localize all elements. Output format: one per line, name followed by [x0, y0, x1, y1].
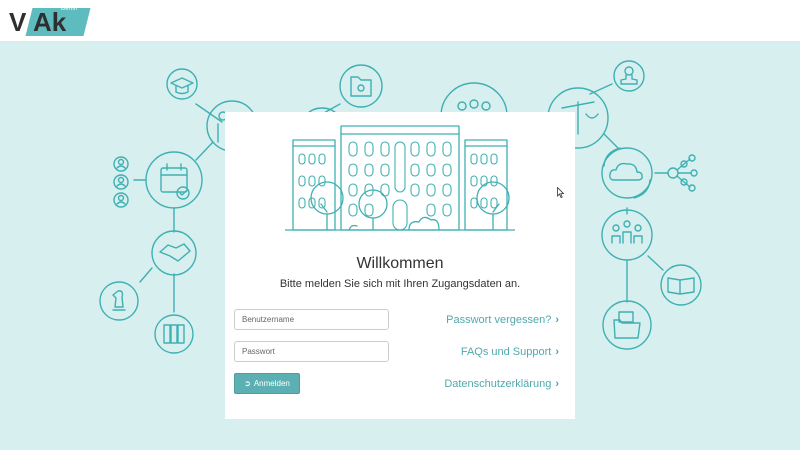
chevron-right-icon: ›: [555, 314, 559, 326]
cloud-sync-icon: [601, 147, 653, 199]
building-illustration: [285, 125, 515, 231]
forgot-password-label: Passwort vergessen?: [446, 314, 552, 326]
share-network-icon: [667, 154, 698, 192]
chevron-right-icon: ›: [555, 346, 559, 358]
username-input[interactable]: [234, 309, 389, 330]
logo-berlin: Berlin: [61, 6, 78, 12]
top-bar: V Ak Berlin: [0, 0, 800, 42]
chess-knight-icon: [99, 281, 139, 321]
welcome-title: Willkommen: [356, 255, 444, 272]
logo-v: V: [9, 7, 27, 37]
graduation-cap-icon: [166, 68, 198, 100]
login-subtitle: Bitte melden Sie sich mit Ihren Zugangsd…: [279, 278, 521, 290]
password-input[interactable]: [234, 341, 389, 362]
book-icon: [660, 264, 702, 306]
stamp-icon: [613, 60, 645, 92]
vak-logo[interactable]: V Ak Berlin: [9, 6, 91, 37]
privacy-label: Datenschutzerklärung: [444, 378, 552, 390]
binders-icon: [154, 314, 194, 354]
users-icon: [113, 156, 129, 208]
email-folder-icon: [339, 64, 383, 108]
login-button-label: Anmelden: [253, 379, 290, 388]
login-button[interactable]: ➲ Anmelden: [234, 373, 300, 394]
forgot-password-link[interactable]: Passwort vergessen? ›: [446, 314, 559, 326]
mouse-cursor-icon: [557, 187, 564, 198]
chevron-right-icon: ›: [555, 378, 559, 390]
logo-ak: Ak: [33, 7, 67, 37]
privacy-link[interactable]: Datenschutzerklärung ›: [444, 378, 559, 390]
faq-link[interactable]: FAQs und Support ›: [461, 346, 559, 358]
faq-label: FAQs und Support: [460, 346, 552, 358]
handshake-icon: [151, 230, 197, 276]
sign-in-icon: ➲: [244, 379, 251, 388]
document-folder-icon: [602, 300, 652, 350]
team-growth-icon: [601, 209, 653, 261]
calendar-icon: [145, 151, 203, 209]
login-card: Willkommen Bitte melden Sie sich mit Ihr…: [225, 112, 575, 419]
